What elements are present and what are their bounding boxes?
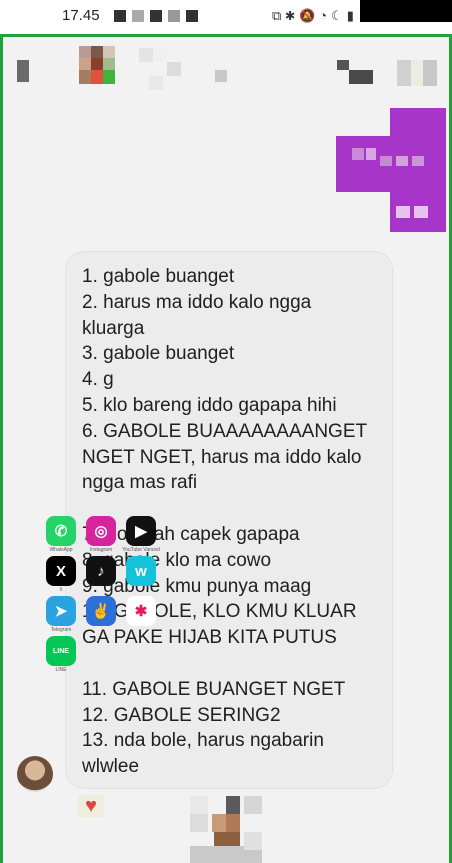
app-label: X xyxy=(59,587,63,593)
wifi-icon: ◔ xyxy=(319,8,332,23)
message-line: 2. harus ma iddo kalo ngga kluarga xyxy=(82,291,312,339)
status-time: 17.45 xyxy=(62,7,100,24)
app-label: YouTube Vanced xyxy=(122,547,160,553)
instagram-icon[interactable]: ◎ xyxy=(86,516,116,546)
notification-icon xyxy=(132,10,144,22)
menu-icon[interactable] xyxy=(397,60,437,86)
heart-reaction-icon[interactable]: ♥ xyxy=(78,795,104,817)
back-button[interactable] xyxy=(17,60,29,82)
status-bar: 17.45 ⧉✱🔕◔☾▮ xyxy=(0,0,452,34)
system-icons: ⧉✱🔕◔☾▮ xyxy=(272,8,358,24)
call-icon[interactable] xyxy=(337,60,349,70)
notification-icon xyxy=(168,10,180,22)
message-line: 1. gabole buanget xyxy=(82,266,235,287)
message-line: 11. GABOLE BUANGET NGET xyxy=(82,678,346,700)
telegram-icon[interactable]: ➤ xyxy=(46,596,76,626)
whatsapp-icon[interactable]: ✆ xyxy=(46,516,76,546)
app-label: WhatsApp xyxy=(49,547,73,553)
contact-avatar-small[interactable] xyxy=(17,756,53,792)
dnd-icon: ☾ xyxy=(331,8,347,23)
cast-icon: ⧉ xyxy=(272,8,286,23)
chat-header xyxy=(3,40,449,100)
app-label: Instagram xyxy=(89,547,113,553)
message-line: 3. gabole buanget xyxy=(82,343,235,365)
notification-icon xyxy=(150,10,162,22)
redaction-block xyxy=(360,0,452,22)
contact-name[interactable] xyxy=(139,48,191,90)
notification-icon xyxy=(114,10,126,22)
youtube-icon[interactable]: ▶ xyxy=(126,516,156,546)
mute-icon: 🔕 xyxy=(298,8,320,23)
message-line: 12. GABOLE SERING2 xyxy=(82,704,281,726)
notification-icon xyxy=(186,10,198,22)
message-line: 6. GABOLE BUAAAAAAAANGET NGET NGET, haru… xyxy=(82,420,368,494)
line-icon[interactable]: LINE xyxy=(46,636,76,666)
contact-status xyxy=(215,70,227,82)
w-icon[interactable]: w xyxy=(126,556,156,586)
signal-icon: ▮ xyxy=(346,8,358,23)
notification-icons xyxy=(114,10,198,22)
app-label: Telegram xyxy=(50,627,72,633)
video-icon[interactable] xyxy=(349,70,373,84)
x-icon[interactable]: X xyxy=(46,556,76,586)
pixelated-image[interactable] xyxy=(190,796,262,863)
sent-message-content xyxy=(336,108,446,232)
message-line: 5. klo bareng iddo gapapa hihi xyxy=(82,394,337,416)
app-label: LINE xyxy=(55,667,67,673)
contact-avatar[interactable] xyxy=(79,46,115,84)
peace-icon[interactable]: ✌ xyxy=(86,596,116,626)
bluetooth-icon: ✱ xyxy=(285,8,299,23)
message-line: 13. nda bole, harus ngabarin wlwlee xyxy=(82,730,324,778)
message-line: 4. g xyxy=(82,369,114,391)
sent-message-bubble[interactable] xyxy=(336,108,446,232)
floating-app-dock: ✆ WhatsApp ◎ Instagram ▶ YouTube Vanced X X ♪ w ➤ T… xyxy=(44,514,164,679)
slack-icon[interactable]: ✱ xyxy=(126,596,156,626)
tiktok-icon[interactable]: ♪ xyxy=(86,556,116,586)
